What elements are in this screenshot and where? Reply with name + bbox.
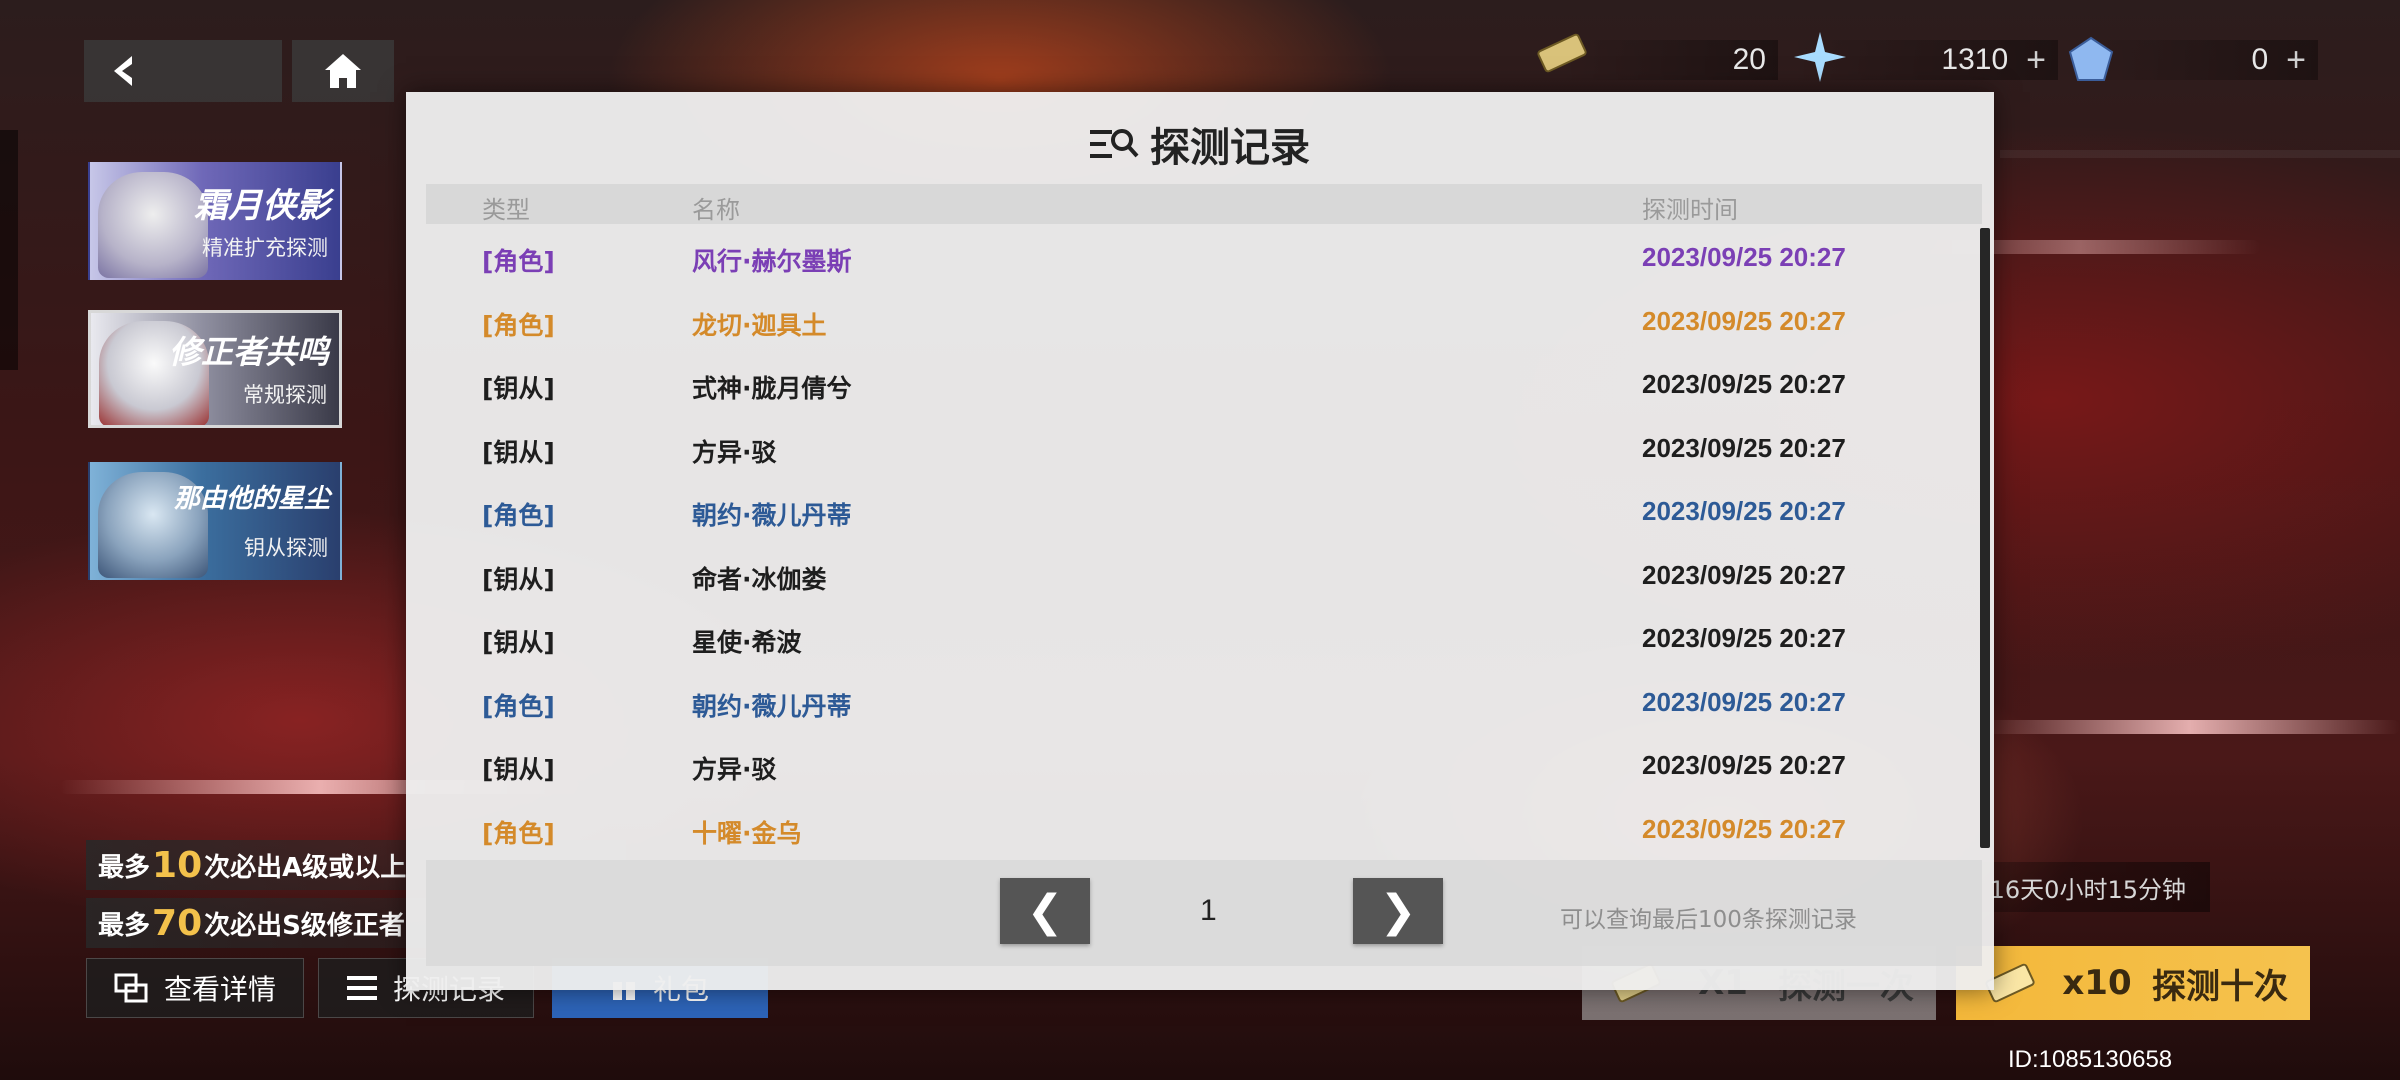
record-row: [钥从] 方异·驳 2023/09/25 20:27 xyxy=(426,732,1982,795)
records-pagination: ❮ 1 ❯ 可以查询最后100条探测记录 xyxy=(426,860,1982,966)
info-suffix: 次必出A级或以上 xyxy=(204,852,407,883)
record-row: [角色] 朝约·薇儿丹蒂 2023/09/25 20:27 xyxy=(426,669,1982,732)
home-button[interactable] xyxy=(292,40,394,102)
record-time: 2023/09/25 20:27 xyxy=(1642,305,1846,336)
record-name: 式神·胧月倩兮 xyxy=(692,374,852,403)
record-type: [钥从] xyxy=(482,374,555,403)
view-details-label: 查看详情 xyxy=(163,973,276,1006)
back-button[interactable] xyxy=(84,40,282,102)
banner-title: 修正者共鸣 xyxy=(168,333,329,371)
side-handle xyxy=(0,130,18,370)
record-name: 风行·赫尔墨斯 xyxy=(692,247,852,276)
page-number: 1 xyxy=(1200,894,1217,927)
prev-page-button[interactable]: ❮ xyxy=(1000,878,1090,944)
record-name: 龙切·迦具土 xyxy=(692,310,827,340)
info-prefix: 最多 xyxy=(98,852,151,883)
draw-ten-count: x10 xyxy=(2062,963,2132,1003)
record-row: [角色] 龙切·迦具土 2023/09/25 20:27 xyxy=(426,288,1982,351)
record-name: 星使·希波 xyxy=(692,628,802,657)
info-number: 10 xyxy=(152,844,203,886)
banner-subtitle: 钥从探测 xyxy=(244,536,328,560)
record-type: [角色] xyxy=(482,310,555,340)
record-time: 2023/09/25 20:27 xyxy=(1642,559,1846,590)
record-row: [角色] 风行·赫尔墨斯 2023/09/25 20:27 xyxy=(426,224,1982,287)
header-name: 名称 xyxy=(692,196,740,224)
record-row: [钥从] 命者·冰伽娄 2023/09/25 20:27 xyxy=(426,542,1982,605)
records-search-icon xyxy=(1090,129,1139,158)
back-arrow-icon xyxy=(114,56,132,86)
header-time: 探测时间 xyxy=(1642,196,1738,224)
draw-ten-label: 探测十次 xyxy=(2152,966,2288,1007)
banner-nayuta-stardust[interactable]: 那由他的星尘 钥从探测 xyxy=(88,462,342,580)
add-gem-button[interactable]: + xyxy=(2286,41,2306,80)
details-icon xyxy=(114,973,148,1003)
record-name: 方异·驳 xyxy=(692,755,777,784)
gem-icon xyxy=(2068,36,2114,81)
records-table-header: 类型 名称 探测时间 xyxy=(426,184,1982,224)
record-name: 朝约·薇儿丹蒂 xyxy=(692,691,852,721)
record-time: 2023/09/25 20:27 xyxy=(1642,750,1846,780)
record-type: [角色] xyxy=(482,818,555,848)
record-type: [角色] xyxy=(482,247,555,276)
record-type: [钥从] xyxy=(482,755,555,784)
currency-ticket-value: 20 xyxy=(1732,43,1766,76)
modal-title-text: 探测记录 xyxy=(1150,125,1310,171)
ticket-icon xyxy=(1537,33,1587,73)
home-icon xyxy=(325,54,361,88)
record-row: [角色] 朝约·薇儿丹蒂 2023/09/25 20:27 xyxy=(426,478,1982,541)
decor-stripe xyxy=(2000,150,2400,158)
user-id: ID:1085130658 xyxy=(2008,1046,2173,1073)
banner-title: 那由他的星尘 xyxy=(173,484,330,514)
record-type: [钥从] xyxy=(482,564,555,594)
currency-crystal-value: 1310 xyxy=(1941,43,2009,76)
list-icon xyxy=(346,976,377,1000)
record-time: 2023/09/25 20:27 xyxy=(1642,623,1846,653)
timer-text: 16天0小时15分钟 xyxy=(1989,875,2186,904)
record-time: 2023/09/25 20:27 xyxy=(1642,496,1846,526)
record-type: [角色] xyxy=(482,501,555,530)
records-list[interactable]: [角色] 风行·赫尔墨斯 2023/09/25 20:27 [角色] 龙切·迦具土 202… xyxy=(426,224,1982,944)
record-name: 十曜·金乌 xyxy=(692,818,802,848)
next-page-button[interactable]: ❯ xyxy=(1353,878,1443,944)
record-time: 2023/09/25 20:27 xyxy=(1642,432,1846,463)
modal-title: 探测记录 xyxy=(406,114,1994,174)
info-prefix: 最多 xyxy=(98,910,151,941)
record-time: 2023/09/25 20:27 xyxy=(1642,686,1846,717)
add-crystal-button[interactable]: + xyxy=(2026,41,2046,80)
info-number: 70 xyxy=(152,902,203,944)
record-time: 2023/09/25 20:27 xyxy=(1642,813,1846,844)
record-row: [钥从] 星使·希波 2023/09/25 20:27 xyxy=(426,605,1982,668)
info-suffix: 次必出S级修正者 xyxy=(204,910,405,941)
record-type: [角色] xyxy=(482,691,555,721)
crystal-icon xyxy=(1794,32,1846,82)
chevron-left-icon: ❮ xyxy=(1026,885,1064,937)
view-details-button[interactable]: 查看详情 xyxy=(86,958,304,1018)
banner-corrector-resonance[interactable]: 修正者共鸣 常规探测 xyxy=(88,310,342,428)
currency-ticket: 20 xyxy=(1560,40,1778,80)
records-limit-hint: 可以查询最后100条探测记录 xyxy=(1560,907,1857,933)
record-time: 2023/09/25 20:27 xyxy=(1642,369,1846,399)
record-type: [钥从] xyxy=(482,437,555,467)
header-type: 类型 xyxy=(482,196,530,224)
banner-subtitle: 精准扩充探测 xyxy=(202,236,328,260)
record-name: 方异·驳 xyxy=(692,437,777,467)
records-scrollbar[interactable] xyxy=(1980,228,1990,848)
currency-gem-value: 0 xyxy=(2251,43,2269,76)
record-row: [角色] 十曜·金乌 2023/09/25 20:27 xyxy=(426,796,1982,859)
draw-ten-button[interactable]: x10 探测十次 xyxy=(1956,946,2310,1020)
record-type: [钥从] xyxy=(482,628,555,657)
record-name: 命者·冰伽娄 xyxy=(692,564,827,594)
banner-frost-shadow[interactable]: 霜月侠影 精准扩充探测 xyxy=(88,162,342,280)
banner-subtitle: 常规探测 xyxy=(243,383,327,407)
banner-title: 霜月侠影 xyxy=(194,186,330,226)
record-row: [钥从] 式神·胧月倩兮 2023/09/25 20:27 xyxy=(426,351,1982,414)
record-time: 2023/09/25 20:27 xyxy=(1642,242,1846,272)
banner-portrait xyxy=(98,172,208,278)
chevron-right-icon: ❯ xyxy=(1379,885,1417,937)
light-streak xyxy=(1980,720,2400,734)
draw-records-modal: 探测记录 类型 名称 探测时间 [角色] 风行·赫尔墨斯 2023/09/25 20… xyxy=(406,92,1994,990)
record-name: 朝约·薇儿丹蒂 xyxy=(692,501,852,530)
record-row: [钥从] 方异·驳 2023/09/25 20:27 xyxy=(426,415,1982,478)
